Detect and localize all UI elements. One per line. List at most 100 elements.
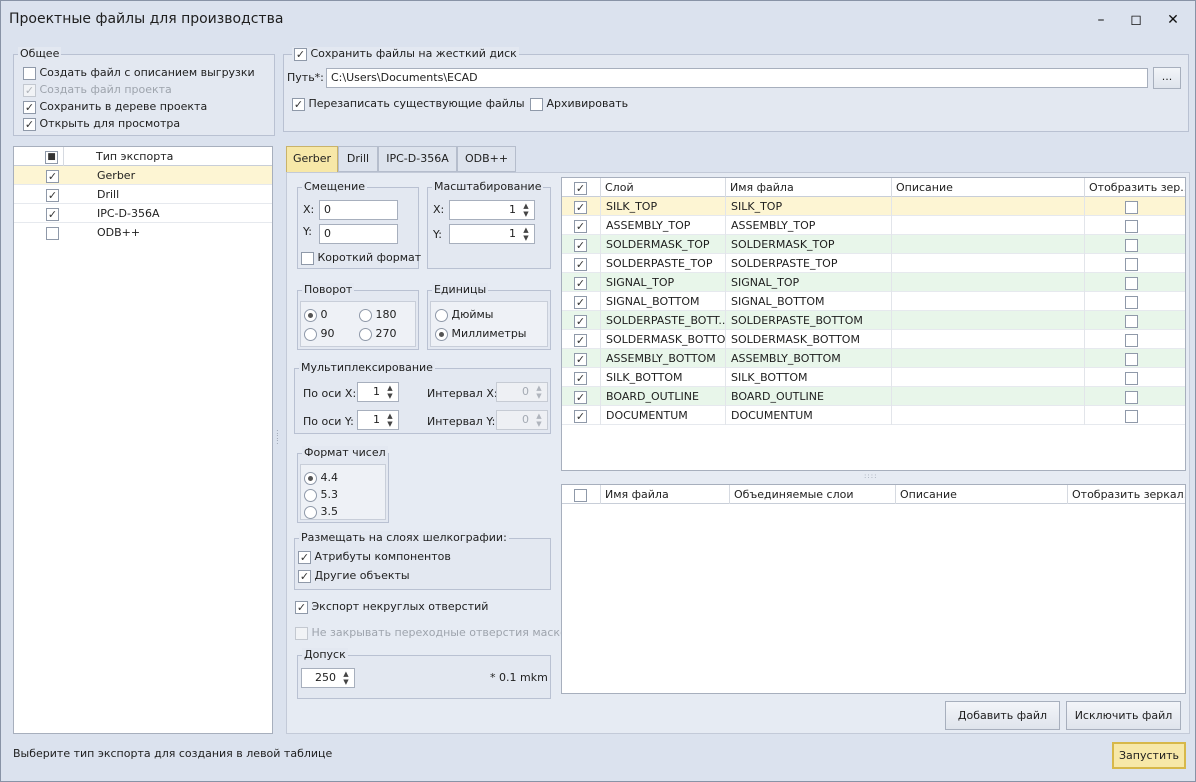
checkbox[interactable]: ✓ [574,371,587,385]
chevron-up-icon[interactable]: ▲ [340,670,352,678]
filename-cell[interactable]: SILK_BOTTOM [726,368,892,387]
tab-odb[interactable]: ODB++ [457,146,516,172]
radio[interactable] [435,308,448,322]
checkbox[interactable] [46,226,59,240]
row-checkbox-cell[interactable]: ✓ [562,311,601,330]
checkbox[interactable]: ✓ [298,569,311,583]
description-cell[interactable] [892,368,1085,387]
checkbox[interactable]: ✓ [574,314,587,328]
description-cell[interactable] [892,254,1085,273]
exclude-file-button[interactable]: Исключить файл [1066,701,1181,730]
column-header-description[interactable]: Описание [892,178,1085,197]
description-cell[interactable] [892,311,1085,330]
checkbox[interactable]: ✓ [574,238,587,252]
multiplex-x-stepper[interactable]: 1 ▲ ▼ [357,382,399,402]
row-checkbox-cell[interactable]: ✓ [562,254,601,273]
checkbox[interactable]: ✓ [574,295,587,309]
select-all-checkbox[interactable]: ■ [42,147,64,166]
scale-x-stepper[interactable]: 1 ▲ ▼ [449,200,535,220]
radio[interactable] [304,327,317,341]
checkbox[interactable]: ✓ [574,352,587,366]
description-cell[interactable] [892,292,1085,311]
checkbox[interactable]: ✓ [292,97,305,111]
checkbox[interactable]: ✓ [295,600,308,614]
browse-button[interactable]: ... [1153,67,1181,89]
filename-cell[interactable]: SOLDERMASK_TOP [726,235,892,254]
row-checkbox-cell[interactable]: ✓ [562,197,601,216]
row-checkbox-cell[interactable]: ✓ [562,330,601,349]
checkbox[interactable] [1125,314,1138,328]
chevron-up-icon[interactable]: ▲ [384,412,396,420]
tab-gerber[interactable]: Gerber [286,146,338,173]
overwrite-checkbox[interactable]: ✓ Перезаписать существующие файлы [292,97,525,111]
table-row[interactable]: ✓ SOLDERMASK_TOP SOLDERMASK_TOP [562,235,1185,254]
row-checkbox-cell[interactable]: ✓ [562,292,601,311]
table-row[interactable]: ✓ SOLDERPASTE_TOP SOLDERPASTE_TOP [562,254,1185,273]
tolerance-stepper[interactable]: 250 ▲ ▼ [301,668,355,688]
filename-cell[interactable]: BOARD_OUTLINE [726,387,892,406]
filename-cell[interactable]: ASSEMBLY_TOP [726,216,892,235]
row-checkbox-cell[interactable]: ✓ [562,406,601,425]
checkbox[interactable] [1125,390,1138,404]
checkbox[interactable]: ✓ [574,200,587,214]
mirror-cell[interactable] [1085,406,1185,425]
filename-cell[interactable]: SIGNAL_TOP [726,273,892,292]
checkbox[interactable]: ✓ [46,188,59,202]
row-checkbox-cell[interactable]: ✓ [562,216,601,235]
general-item-0[interactable]: Создать файл с описанием выгрузки [23,66,255,80]
row-checkbox-cell[interactable]: ✓ [562,273,601,292]
attributes-checkbox[interactable]: ✓ Атрибуты компонентов [298,550,451,564]
rotation-option-90[interactable]: 90 [304,327,335,341]
filename-cell[interactable]: SIGNAL_BOTTOM [726,292,892,311]
chevron-down-icon[interactable]: ▼ [340,678,352,686]
checkbox[interactable] [1125,333,1138,347]
table-row[interactable]: ✓ SOLDERPASTE_BOTT... SOLDERPASTE_BOTTOM [562,311,1185,330]
description-cell[interactable] [892,216,1085,235]
description-cell[interactable] [892,330,1085,349]
checkbox[interactable]: ✓ [23,117,36,131]
multiplex-y-stepper[interactable]: 1 ▲ ▼ [357,410,399,430]
export-type-row[interactable]: ✓ IPC-D-356A [14,204,272,223]
checkbox[interactable]: ✓ [574,409,587,423]
radio[interactable] [359,327,372,341]
table-row[interactable]: ✓ SIGNAL_BOTTOM SIGNAL_BOTTOM [562,292,1185,311]
export-type-row[interactable]: ✓ Gerber [14,166,272,185]
description-cell[interactable] [892,349,1085,368]
checkbox[interactable] [1125,238,1138,252]
checkbox[interactable] [301,251,314,265]
tab-drill[interactable]: Drill [338,146,378,172]
mirror-cell[interactable] [1085,311,1185,330]
table-row[interactable]: ✓ ASSEMBLY_BOTTOM ASSEMBLY_BOTTOM [562,349,1185,368]
chevron-up-icon[interactable]: ▲ [520,226,532,234]
layers-select-all[interactable]: ✓ [562,178,601,197]
scale-y-stepper[interactable]: 1 ▲ ▼ [449,224,535,244]
units-option-inch[interactable]: Дюймы [435,308,494,322]
filename-cell[interactable]: DOCUMENTUM [726,406,892,425]
units-option-mm[interactable]: Миллиметры [435,327,527,341]
table-row[interactable]: ✓ DOCUMENTUM DOCUMENTUM [562,406,1185,425]
checkbox[interactable]: ✓ [574,257,587,271]
column-header-mirror[interactable]: Отобразить зер... [1085,178,1185,197]
general-item-2[interactable]: ✓ Сохранить в дереве проекта [23,100,207,114]
checkbox[interactable]: ✓ [574,219,587,233]
row-checkbox-cell[interactable]: ✓ [562,368,601,387]
radio[interactable] [435,327,448,341]
mirror-cell[interactable] [1085,254,1185,273]
description-cell[interactable] [892,406,1085,425]
checkbox[interactable]: ✓ [298,550,311,564]
table-row[interactable]: ✓ SOLDERMASK_BOTTOM SOLDERMASK_BOTTOM [562,330,1185,349]
checkbox[interactable]: ✓ [574,276,587,290]
chevron-up-icon[interactable]: ▲ [384,384,396,392]
column-header-merged-layers[interactable]: Объединяемые слои [730,485,896,504]
description-cell[interactable] [892,273,1085,292]
offset-x-input[interactable]: 0 [319,200,398,220]
splitter-handle[interactable]: ::: [276,428,280,449]
checkbox[interactable] [1125,409,1138,423]
general-item-3[interactable]: ✓ Открыть для просмотра [23,117,180,131]
checkbox[interactable] [1125,257,1138,271]
number-format-option-44[interactable]: 4.4 [304,471,338,485]
archive-checkbox[interactable]: Архивировать [530,97,628,111]
column-header-filename[interactable]: Имя файла [601,485,730,504]
other-objects-checkbox[interactable]: ✓ Другие объекты [298,569,410,583]
path-input[interactable]: C:\Users\Documents\ECAD [326,68,1148,88]
